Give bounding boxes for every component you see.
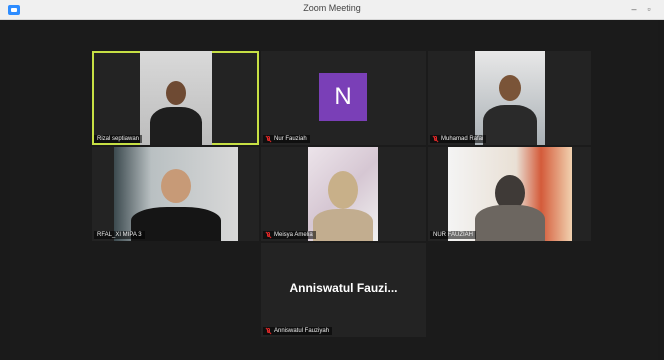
name-tag: Meisya Amelia bbox=[263, 231, 316, 239]
participant-tile-meisya-amelia[interactable]: Meisya Amelia bbox=[261, 147, 426, 241]
participant-name: Meisya Amelia bbox=[274, 232, 313, 238]
participant-tile-anniswatul-fauziyah[interactable]: Anniswatul Fauzi... Anniswatul Fauziyah bbox=[261, 243, 426, 337]
participant-tile-nur-fauziah-video[interactable]: NUR FAUZIAH bbox=[428, 147, 591, 241]
participant-name: NUR FAUZIAH bbox=[433, 232, 474, 238]
avatar: N bbox=[319, 73, 367, 121]
title-bar: Zoom Meeting – ▫ bbox=[0, 0, 664, 20]
name-tag: Anniswatul Fauziyah bbox=[263, 327, 333, 335]
muted-microphone-icon bbox=[266, 232, 271, 238]
participant-video bbox=[448, 147, 572, 241]
name-tag: Muhamad Rafai bbox=[430, 135, 487, 143]
participant-display-name: Anniswatul Fauzi... bbox=[289, 281, 398, 295]
participant-name: Rizal septiawan bbox=[97, 136, 140, 142]
window-title: Zoom Meeting bbox=[303, 3, 361, 13]
participant-video bbox=[114, 147, 238, 241]
name-tag: Rizal septiawan bbox=[94, 135, 143, 143]
participant-video bbox=[140, 51, 212, 145]
participant-tile-rizal[interactable]: Rizal septiawan bbox=[92, 51, 259, 145]
participant-tile-rfal[interactable]: RFAL_XI MIPA 3 bbox=[92, 147, 259, 241]
participant-name: Nur Fauziah bbox=[274, 136, 307, 142]
participant-tile-muhamad-rafai[interactable]: Muhamad Rafai bbox=[428, 51, 591, 145]
participant-name: RFAL_XI MIPA 3 bbox=[97, 232, 142, 238]
name-tag: Nur Fauziah bbox=[263, 135, 310, 143]
maximize-button[interactable]: ▫ bbox=[643, 2, 655, 16]
name-tag: NUR FAUZIAH bbox=[430, 231, 477, 239]
muted-microphone-icon bbox=[266, 136, 271, 142]
name-tag: RFAL_XI MIPA 3 bbox=[94, 231, 145, 239]
video-gallery: Rizal septiawan N Nur Fauziah Muhamad Ra… bbox=[10, 20, 658, 360]
participant-video bbox=[308, 147, 378, 241]
participant-video bbox=[475, 51, 545, 145]
minimize-button[interactable]: – bbox=[628, 2, 640, 16]
participant-name: Anniswatul Fauziyah bbox=[274, 328, 330, 334]
participant-tile-nur-fauziah[interactable]: N Nur Fauziah bbox=[261, 51, 426, 145]
muted-microphone-icon bbox=[266, 328, 271, 334]
muted-microphone-icon bbox=[433, 136, 438, 142]
participant-name: Muhamad Rafai bbox=[441, 136, 484, 142]
